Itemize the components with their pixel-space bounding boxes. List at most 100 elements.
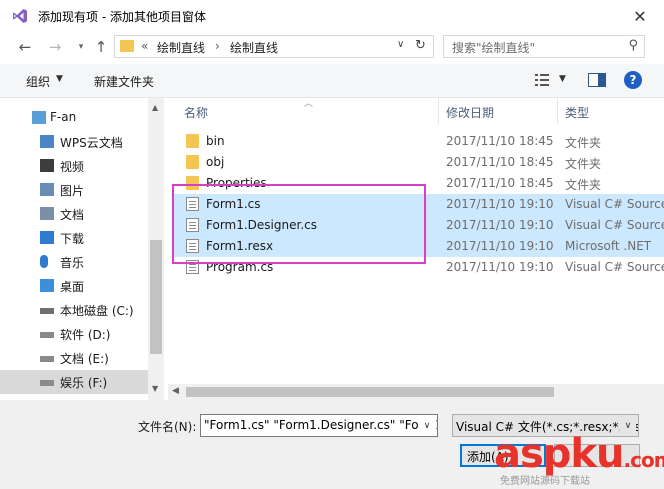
horizontal-scrollbar[interactable]: ◀ — [168, 384, 664, 400]
organize-button[interactable]: 组织 — [26, 73, 50, 90]
command-bar: 组织 ▼ 新建文件夹 ▼ ? — [0, 64, 664, 98]
cloud-icon — [40, 135, 54, 148]
breadcrumb-separator[interactable]: › — [215, 39, 220, 53]
horizontal-scrollbar-thumb[interactable] — [186, 387, 554, 397]
preview-pane-icon[interactable] — [588, 73, 606, 87]
sidebar-item[interactable]: F-an — [0, 106, 148, 130]
arrow-left-icon: ← — [18, 38, 32, 56]
address-dropdown-icon[interactable]: ∨ — [397, 39, 404, 50]
sidebar-item-label: 软件 (D:) — [60, 328, 111, 342]
filename-label: 文件名(N): — [138, 420, 197, 434]
download-icon — [40, 231, 54, 244]
chevron-down-icon: ▾ — [78, 42, 84, 52]
sort-indicator-icon: ︿ — [304, 99, 314, 109]
caret-down-icon[interactable]: ▼ — [559, 74, 566, 84]
window-title: 添加现有项 - 添加其他项目窗体 — [38, 10, 206, 24]
sidebar-item-label: 本地磁盘 (C:) — [60, 304, 134, 318]
search-input[interactable]: 搜索"绘制直线" ⚲ — [443, 35, 645, 58]
visual-studio-icon — [13, 9, 27, 23]
help-icon[interactable]: ? — [624, 71, 642, 89]
column-header-name[interactable]: 名称 — [184, 98, 208, 124]
chevron-down-icon[interactable]: ∨ — [419, 416, 435, 435]
sidebar-item[interactable]: 桌面 — [0, 274, 148, 298]
file-date: 2017/11/10 19:10 — [446, 239, 554, 253]
file-date: 2017/11/10 19:10 — [446, 260, 554, 274]
sidebar-item[interactable]: 下载 — [0, 226, 148, 250]
drive-icon — [40, 332, 54, 338]
drive-icon — [40, 380, 54, 386]
folder-icon — [186, 155, 199, 169]
title-bar: 添加现有项 - 添加其他项目窗体 ✕ — [0, 0, 664, 32]
filename-input[interactable]: "Form1.cs" "Form1.Designer.cs" "Form1.re… — [200, 414, 438, 437]
sidebar-item[interactable]: 文档 (E:) — [0, 346, 148, 370]
back-button[interactable]: ← — [16, 38, 34, 56]
nav-scrollbar-thumb[interactable] — [150, 240, 162, 354]
file-name: obj — [206, 155, 225, 169]
address-overflow[interactable]: « — [141, 39, 148, 53]
video-icon — [40, 159, 54, 172]
file-row[interactable]: bin 2017/11/10 18:45 文件夹 — [172, 131, 664, 152]
scroll-down-icon[interactable]: ▼ — [152, 384, 158, 393]
file-date: 2017/11/10 18:45 — [446, 155, 554, 169]
file-type-select[interactable]: Visual C# 文件(*.cs;*.resx;*.resw) ∨ — [452, 414, 639, 437]
arrow-up-icon: ↑ — [94, 38, 108, 56]
sidebar-item-label: F-an — [50, 110, 77, 124]
computer-icon — [32, 111, 46, 124]
caret-down-icon[interactable]: ▼ — [56, 74, 63, 84]
drive-icon — [40, 356, 54, 362]
sidebar-item[interactable]: 娱乐 (F:) — [0, 370, 148, 394]
breadcrumb-item[interactable]: 绘制直线 — [157, 39, 205, 56]
recent-locations-button[interactable]: ▾ — [72, 38, 90, 56]
drive-c-icon — [40, 308, 54, 314]
sidebar-item-label: 文档 (E:) — [60, 352, 109, 366]
scroll-up-icon[interactable]: ▲ — [152, 103, 158, 112]
column-header-type[interactable]: 类型 — [565, 98, 589, 124]
close-icon: ✕ — [633, 6, 647, 26]
search-icon[interactable]: ⚲ — [628, 38, 638, 53]
address-bar[interactable]: « 绘制直线 › 绘制直线 ∨ ↻ — [114, 35, 434, 58]
sidebar-item-label: 视频 — [60, 160, 85, 174]
sidebar-item-label: 音乐 — [60, 256, 85, 270]
search-placeholder: 搜索"绘制直线" — [452, 41, 536, 55]
file-date: 2017/11/10 18:45 — [446, 176, 554, 190]
sidebar-item[interactable]: 图片 — [0, 178, 148, 202]
file-type: 文件夹 — [565, 157, 602, 171]
sidebar-item[interactable]: 本地磁盘 (C:) — [0, 298, 148, 322]
file-row[interactable]: obj 2017/11/10 18:45 文件夹 — [172, 152, 664, 173]
sidebar-item[interactable]: 音乐 — [0, 250, 148, 274]
sidebar-item[interactable]: 软件 (D:) — [0, 322, 148, 346]
desktop-icon — [40, 279, 54, 292]
file-type: 文件夹 — [565, 178, 602, 192]
file-date: 2017/11/10 18:45 — [446, 134, 554, 148]
filename-value: "Form1.cs" "Form1.Designer.cs" "Form1.re… — [204, 418, 437, 432]
column-divider[interactable] — [438, 98, 439, 124]
breadcrumb-item[interactable]: 绘制直线 — [230, 39, 278, 56]
column-divider[interactable] — [557, 98, 558, 124]
scroll-left-icon[interactable]: ◀ — [172, 386, 179, 396]
up-button[interactable]: ↑ — [92, 38, 110, 56]
file-type: 文件夹 — [565, 136, 602, 150]
forward-button[interactable]: → — [46, 38, 64, 56]
sidebar-item-label: 娱乐 (F:) — [60, 376, 108, 390]
navigation-bar: ← → ▾ ↑ « 绘制直线 › 绘制直线 ∨ ↻ 搜索"绘制直线" ⚲ — [0, 32, 664, 62]
sidebar-item[interactable]: WPS云文档 — [0, 130, 148, 154]
add-button-label: 添加(A) — [467, 450, 509, 464]
annotation-highlight-box — [172, 184, 426, 264]
new-folder-button[interactable]: 新建文件夹 — [94, 73, 154, 90]
picture-icon — [40, 183, 54, 196]
file-date: 2017/11/10 19:10 — [446, 197, 554, 211]
file-type: Microsoft .NET — [565, 239, 652, 253]
chevron-down-icon[interactable]: ∨ — [620, 416, 636, 435]
folder-icon — [186, 134, 199, 148]
folder-icon — [120, 40, 134, 52]
add-button[interactable]: 添加(A) — [460, 444, 546, 467]
sidebar-item-label: 图片 — [60, 184, 85, 198]
sidebar-item[interactable]: 视频 — [0, 154, 148, 178]
refresh-icon[interactable]: ↻ — [415, 38, 426, 53]
view-details-icon[interactable] — [534, 72, 550, 88]
column-header-date[interactable]: 修改日期 — [446, 98, 494, 124]
sidebar-item[interactable]: 文档 — [0, 202, 148, 226]
close-button[interactable]: ✕ — [630, 6, 650, 26]
file-type: Visual C# Source — [565, 197, 664, 211]
cancel-button[interactable] — [554, 444, 640, 467]
